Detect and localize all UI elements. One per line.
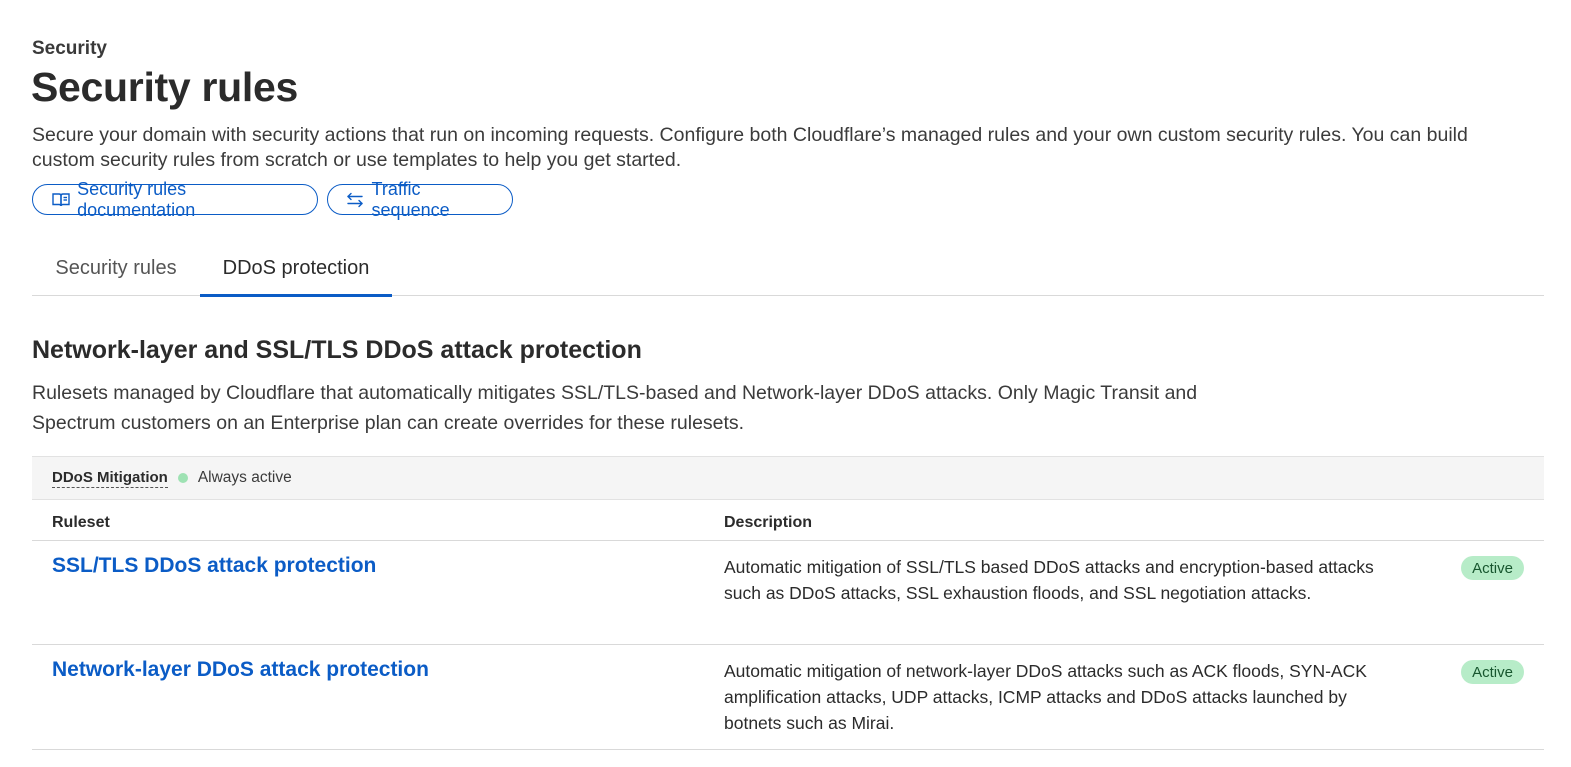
column-header-ruleset: Ruleset [52,514,110,531]
table-row: Network-layer DDoS attack protection Aut… [32,645,1544,750]
breadcrumb[interactable]: Security [32,38,107,60]
ruleset-description: Automatic mitigation of network-layer DD… [724,661,1367,733]
swap-arrows-icon [346,190,365,210]
tab-security-rules[interactable]: Security rules [32,240,200,296]
status-dot-icon [177,473,188,483]
mitigation-status-bar: DDoS Mitigation Always active [32,456,1544,500]
page-title: Security rules [31,64,298,110]
ruleset-link-ssl-tls[interactable]: SSL/TLS DDoS attack protection [52,554,376,578]
security-rules-documentation-label: Security rules documentation [77,178,196,220]
mitigation-status-text: Always active [197,469,292,486]
ruleset-link-network-layer[interactable]: Network-layer DDoS attack protection [52,658,429,682]
tab-bar: Security rules DDoS protection [32,240,1544,297]
security-rules-documentation-button[interactable]: Security rules documentation [32,179,318,220]
status-badge: Active [1461,556,1524,580]
traffic-sequence-label: Traffic sequence [371,178,450,220]
traffic-sequence-button[interactable]: Traffic sequence [327,179,513,220]
section-title: Network-layer and SSL/TLS DDoS attack pr… [32,336,642,364]
book-icon [51,190,70,210]
status-badge: Active [1461,660,1524,684]
page-description: Secure your domain with security actions… [32,124,1468,171]
tab-ddos-protection[interactable]: DDoS protection [200,240,392,297]
ruleset-description: Automatic mitigation of SSL/TLS based DD… [724,557,1374,603]
table-row: SSL/TLS DDoS attack protection Automatic… [32,541,1544,645]
section-description: Rulesets managed by Cloudflare that auto… [32,382,1198,434]
ddos-mitigation-label[interactable]: DDoS Mitigation [52,469,168,488]
column-header-description: Description [724,514,813,531]
